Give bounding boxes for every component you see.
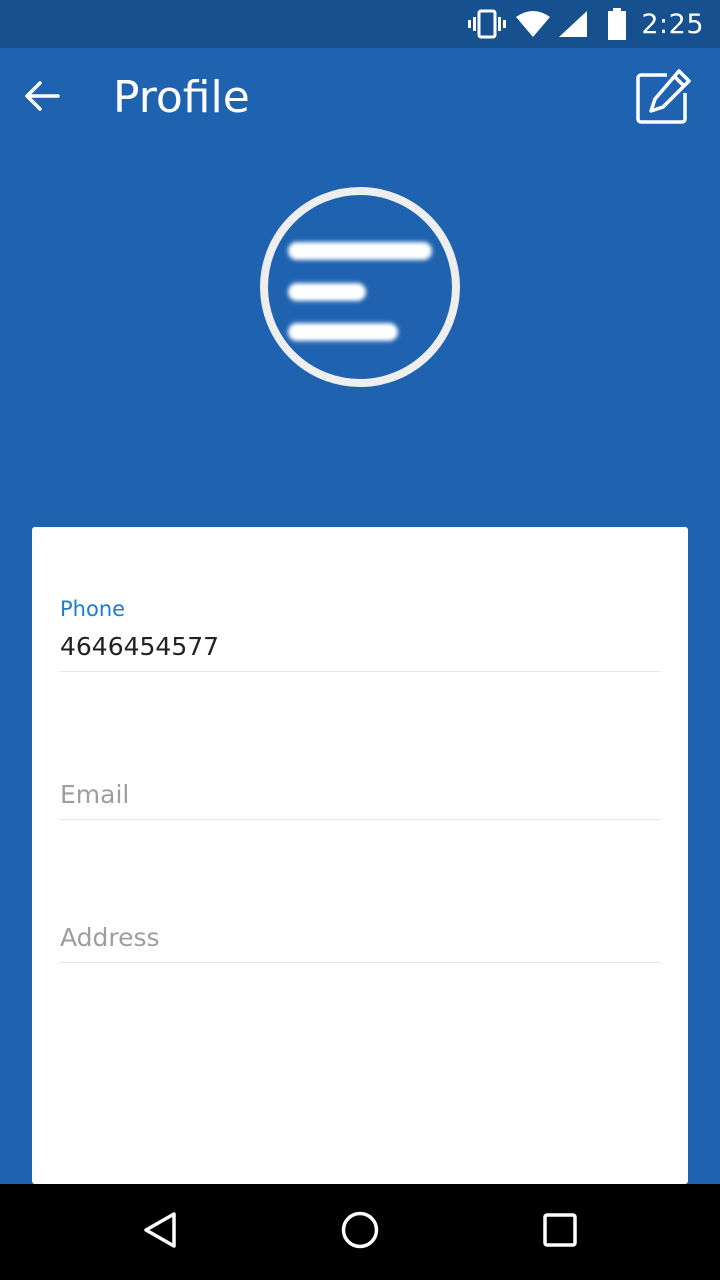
status-time: 2:25 bbox=[641, 8, 704, 40]
page-title: Profile bbox=[113, 72, 250, 123]
phone-field[interactable]: Phone 4646454577 bbox=[60, 597, 660, 672]
back-triangle-icon bbox=[140, 1210, 180, 1254]
status-icons: 2:25 bbox=[467, 0, 704, 48]
nav-recents-button[interactable] bbox=[534, 1206, 586, 1258]
battery-icon bbox=[607, 8, 627, 40]
status-bar: 2:25 bbox=[0, 0, 720, 48]
menu-lines-icon bbox=[288, 242, 432, 341]
address-placeholder[interactable]: Address bbox=[60, 922, 660, 954]
nav-back-button[interactable] bbox=[134, 1206, 186, 1258]
back-button[interactable] bbox=[18, 74, 66, 122]
recents-square-icon bbox=[540, 1210, 580, 1254]
vibrate-icon bbox=[467, 9, 507, 39]
address-underline bbox=[60, 962, 660, 963]
wifi-icon bbox=[515, 9, 551, 39]
phone-value[interactable]: 4646454577 bbox=[60, 631, 660, 663]
home-circle-icon bbox=[340, 1210, 380, 1254]
avatar[interactable] bbox=[260, 187, 460, 387]
phone-label: Phone bbox=[60, 597, 126, 621]
nav-home-button[interactable] bbox=[334, 1206, 386, 1258]
phone-underline bbox=[60, 671, 660, 672]
arrow-left-icon bbox=[24, 80, 60, 116]
edit-button[interactable] bbox=[630, 66, 696, 132]
profile-form-card: Phone 4646454577 Email Address bbox=[32, 527, 688, 1184]
email-field[interactable]: Email bbox=[60, 779, 660, 820]
email-placeholder[interactable]: Email bbox=[60, 779, 660, 811]
navigation-bar bbox=[0, 1184, 720, 1280]
cell-signal-icon bbox=[557, 9, 589, 39]
app-bar: Profile bbox=[0, 48, 720, 148]
email-underline bbox=[60, 819, 660, 820]
edit-icon bbox=[633, 67, 693, 131]
address-field[interactable]: Address bbox=[60, 922, 660, 963]
